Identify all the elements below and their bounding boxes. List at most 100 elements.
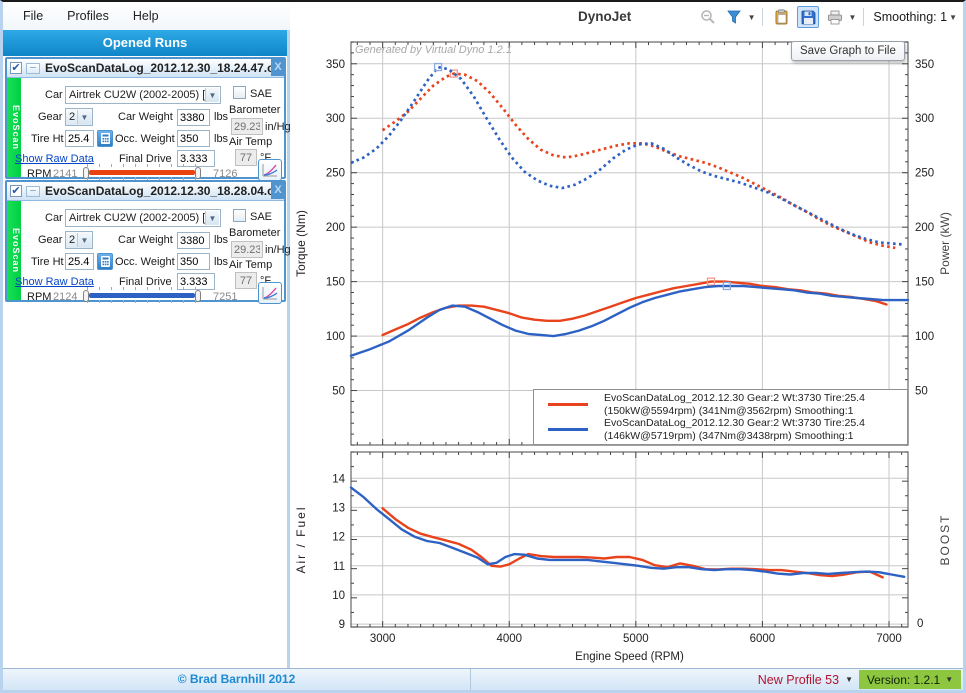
sae-label: SAE — [250, 211, 272, 223]
tire-height-field[interactable] — [65, 253, 94, 270]
car-weight-field[interactable] — [177, 109, 210, 126]
rpm-max-value: 7251 — [213, 291, 237, 303]
car-select[interactable]: Airtrek CU2W (2002-2005) [ ▼ — [65, 86, 221, 104]
svg-text:100: 100 — [326, 331, 345, 343]
chevron-down-icon: ▼ — [205, 211, 219, 225]
calculator-icon[interactable] — [97, 130, 113, 147]
gear-select[interactable]: 2 ▼ — [65, 231, 93, 249]
run-2-titlebar[interactable]: ✔ ─ EvoScanDataLog_2012.12.30_18.28.04.c… — [7, 182, 284, 201]
car-weight-label: Car Weight — [118, 234, 173, 246]
status-bar: © Brad Barnhill 2012 New Profile 53 ▼ Ve… — [3, 668, 963, 690]
lbs-label: lbs — [214, 234, 228, 246]
svg-text:150: 150 — [326, 277, 345, 289]
slider-track — [81, 170, 209, 175]
save-icon[interactable] — [797, 6, 819, 28]
gear-label: Gear — [38, 111, 62, 123]
legend-entry-run1: EvoScanDataLog_2012.12.30 Gear:2 Wt:3730… — [534, 392, 907, 417]
occ-weight-field[interactable] — [177, 130, 210, 147]
calculator-icon[interactable] — [97, 253, 113, 270]
series-torque-run1 — [383, 74, 896, 248]
opened-runs-header: Opened Runs — [3, 30, 287, 56]
svg-text:BOOST: BOOST — [938, 513, 952, 565]
svg-text:250: 250 — [915, 168, 934, 180]
rpm-range-slider[interactable] — [81, 164, 209, 180]
chevron-down-icon[interactable]: ▼ — [848, 13, 856, 22]
lbs-label: lbs — [214, 133, 228, 145]
chevron-down-icon[interactable]: ▼ — [748, 13, 756, 22]
series-power-run1 — [383, 282, 887, 335]
run-1-titlebar[interactable]: ✔ ─ EvoScanDataLog_2012.12.30_18.24.47.c… — [7, 59, 284, 78]
chevron-down-icon[interactable]: ▼ — [949, 13, 957, 22]
slider-fill — [89, 293, 195, 298]
airfuel-boost-chart[interactable]: 9101112131430004000500060007000Engine Sp… — [293, 449, 963, 670]
svg-text:50: 50 — [332, 386, 345, 398]
rpm-range-slider[interactable] — [81, 287, 209, 303]
car-weight-field[interactable] — [177, 232, 210, 249]
air-temp-field — [235, 272, 257, 289]
svg-text:5000: 5000 — [623, 633, 649, 645]
menu-help[interactable]: Help — [123, 5, 169, 27]
gear-label: Gear — [38, 234, 62, 246]
run-panel-1: ✔ ─ EvoScanDataLog_2012.12.30_18.24.47.c… — [5, 57, 286, 179]
svg-text:300: 300 — [915, 113, 934, 125]
collapse-icon[interactable]: ─ — [26, 63, 40, 74]
occ-weight-field[interactable] — [177, 253, 210, 270]
copy-icon[interactable] — [770, 6, 792, 28]
profile-name: New Profile 53 — [758, 673, 839, 687]
svg-text:12: 12 — [332, 532, 345, 544]
filter-icon[interactable] — [724, 6, 746, 28]
menu-profiles[interactable]: Profiles — [57, 5, 119, 27]
chart-toolbar: ▼ ▼ Smoothing: 1 ▼ — [697, 5, 957, 29]
legend-run1-line2: (150kW@5594rpm) (341Nm@3562rpm) Smoothin… — [604, 405, 865, 418]
chart-top-svg: 5050100100150150200200250250300300350350… — [293, 32, 963, 447]
sae-checkbox[interactable] — [233, 86, 246, 99]
run-panel-2: ✔ ─ EvoScanDataLog_2012.12.30_18.28.04.c… — [5, 180, 286, 302]
svg-text:200: 200 — [326, 222, 345, 234]
barometer-unit-label: in/Hg — [265, 244, 291, 256]
gear-select[interactable]: 2 ▼ — [65, 108, 93, 126]
sae-label: SAE — [250, 88, 272, 100]
series-afr-run1 — [383, 508, 883, 577]
air-temp-label: Air Temp — [229, 259, 272, 271]
series-torque-run2 — [351, 67, 904, 245]
menu-bar: File Profiles Help — [3, 2, 290, 30]
tire-height-label: Tire Ht — [31, 133, 64, 145]
legend-swatch-run2 — [548, 428, 588, 431]
profile-dropdown[interactable]: New Profile 53 ▼ — [758, 669, 853, 690]
smoothing-dropdown[interactable]: Smoothing: 1 — [873, 10, 947, 24]
zoom-out-icon[interactable] — [697, 6, 719, 28]
version-dropdown[interactable]: Version: 1.2.1 ▼ — [859, 670, 961, 689]
print-icon[interactable] — [824, 6, 846, 28]
car-label: Car — [45, 89, 63, 101]
svg-text:14: 14 — [332, 473, 345, 485]
occ-weight-label: Occ. Weight — [115, 133, 175, 145]
barometer-label: Barometer — [229, 104, 280, 116]
svg-text:6000: 6000 — [750, 633, 776, 645]
menu-file[interactable]: File — [13, 5, 53, 27]
chart-legend: EvoScanDataLog_2012.12.30 Gear:2 Wt:3730… — [533, 389, 908, 445]
graph-icon[interactable] — [258, 159, 282, 181]
run-1-enabled-checkbox[interactable]: ✔ — [10, 62, 22, 74]
close-icon[interactable]: X — [271, 59, 285, 76]
torque-power-chart[interactable]: Generated by Virtual Dyno 1.2.1 EvoScanD… — [293, 32, 963, 447]
svg-text:Engine Speed (RPM): Engine Speed (RPM) — [575, 651, 684, 663]
air-temp-field — [235, 149, 257, 166]
rpm-min-value: 2141 — [53, 168, 77, 180]
graph-icon[interactable] — [258, 282, 282, 304]
run-2-enabled-checkbox[interactable]: ✔ — [10, 185, 22, 197]
tire-height-field[interactable] — [65, 130, 94, 147]
car-select[interactable]: Airtrek CU2W (2002-2005) [ ▼ — [65, 209, 221, 227]
version-label: Version: 1.2.1 — [867, 673, 940, 687]
close-icon[interactable]: X — [271, 182, 285, 199]
sae-checkbox[interactable] — [233, 209, 246, 222]
barometer-unit-label: in/Hg — [265, 121, 291, 133]
svg-text:100: 100 — [915, 331, 934, 343]
slider-ticks — [87, 287, 203, 290]
legend-run2-line2: (146kW@5719rpm) (347Nm@3438rpm) Smoothin… — [604, 430, 865, 443]
svg-text:250: 250 — [326, 168, 345, 180]
lbs-label: lbs — [214, 111, 228, 123]
svg-text:350: 350 — [915, 59, 934, 71]
chevron-down-icon: ▼ — [945, 675, 953, 684]
collapse-icon[interactable]: ─ — [26, 186, 40, 197]
chart-bottom-svg: 9101112131430004000500060007000Engine Sp… — [293, 449, 963, 670]
